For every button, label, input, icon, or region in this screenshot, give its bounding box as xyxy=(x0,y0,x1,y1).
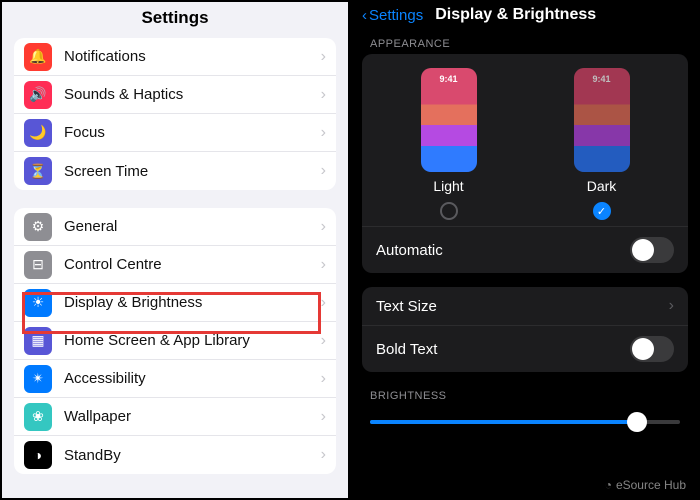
toggle-knob xyxy=(632,338,654,360)
row-label: General xyxy=(64,218,321,235)
brightness-slider[interactable] xyxy=(370,410,680,434)
chevron-right-icon: › xyxy=(321,370,326,388)
watermark-text: eSource Hub xyxy=(616,478,686,492)
slider-fill xyxy=(370,420,634,424)
slider-thumb[interactable] xyxy=(627,412,647,432)
row-home-screen[interactable]: ▦ Home Screen & App Library › xyxy=(14,322,336,360)
display-icon: ☀ xyxy=(24,289,52,317)
toggle-knob xyxy=(632,239,654,261)
automatic-toggle[interactable] xyxy=(630,237,674,263)
row-label: Focus xyxy=(64,124,321,141)
row-label: Notifications xyxy=(64,48,321,65)
chevron-right-icon: › xyxy=(321,446,326,464)
dark-label: Dark xyxy=(587,178,617,194)
settings-group-1: 🔔 Notifications › 🔊 Sounds & Haptics › 🌙… xyxy=(14,38,336,190)
row-accessibility[interactable]: ✴ Accessibility › xyxy=(14,360,336,398)
row-sounds[interactable]: 🔊 Sounds & Haptics › xyxy=(14,76,336,114)
preview-time: 9:41 xyxy=(421,74,477,84)
row-focus[interactable]: 🌙 Focus › xyxy=(14,114,336,152)
light-preview: 9:41 xyxy=(421,68,477,172)
row-label: Accessibility xyxy=(64,370,321,387)
boldtext-row[interactable]: Bold Text xyxy=(362,325,688,372)
textsize-row[interactable]: Text Size › xyxy=(362,287,688,325)
page-title: Settings xyxy=(2,2,348,38)
page-title: Display & Brightness xyxy=(435,6,596,24)
row-label: Display & Brightness xyxy=(64,294,321,311)
automatic-row[interactable]: Automatic xyxy=(362,226,688,273)
appearance-options: 9:41 Light 9:41 Dark ✓ xyxy=(362,54,688,226)
standby-icon: ◑ xyxy=(24,441,52,469)
settings-list-pane: Settings 🔔 Notifications › 🔊 Sounds & Ha… xyxy=(0,0,350,500)
row-display-brightness[interactable]: ☀ Display & Brightness › xyxy=(14,284,336,322)
row-control-centre[interactable]: ⊟ Control Centre › xyxy=(14,246,336,284)
back-label: Settings xyxy=(369,7,423,24)
automatic-label: Automatic xyxy=(376,242,443,259)
chevron-left-icon: ‹ xyxy=(362,7,367,24)
watermark: ◔ eSource Hub xyxy=(605,478,686,492)
row-label: Wallpaper xyxy=(64,408,321,425)
boldtext-label: Bold Text xyxy=(376,341,437,358)
brightness-header: Brightness xyxy=(350,386,700,406)
chevron-right-icon: › xyxy=(321,48,326,66)
chevron-right-icon: › xyxy=(321,294,326,312)
row-screentime[interactable]: ⏳ Screen Time › xyxy=(14,152,336,190)
row-label: Sounds & Haptics xyxy=(64,86,321,103)
row-label: Home Screen & App Library xyxy=(64,332,321,349)
appearance-option-light[interactable]: 9:41 Light xyxy=(421,68,477,220)
row-general[interactable]: ⚙ General › xyxy=(14,208,336,246)
chevron-right-icon: › xyxy=(669,297,674,315)
appearance-option-dark[interactable]: 9:41 Dark ✓ xyxy=(574,68,630,220)
chevron-right-icon: › xyxy=(321,256,326,274)
back-button[interactable]: ‹ Settings xyxy=(362,7,423,24)
dark-radio[interactable]: ✓ xyxy=(593,202,611,220)
preview-time: 9:41 xyxy=(574,74,630,84)
appearance-card: 9:41 Light 9:41 Dark ✓ Automatic xyxy=(362,54,688,273)
homescreen-icon: ▦ xyxy=(24,327,52,355)
gear-icon: ⚙ xyxy=(24,213,52,241)
topbar: ‹ Settings Display & Brightness xyxy=(350,2,700,34)
focus-icon: 🌙 xyxy=(24,119,52,147)
display-brightness-pane: ‹ Settings Display & Brightness Appearan… xyxy=(350,0,700,500)
chevron-right-icon: › xyxy=(321,86,326,104)
chevron-right-icon: › xyxy=(321,218,326,236)
watermark-icon: ◔ xyxy=(605,478,612,492)
row-label: Control Centre xyxy=(64,256,321,273)
control-icon: ⊟ xyxy=(24,251,52,279)
dark-preview: 9:41 xyxy=(574,68,630,172)
chevron-right-icon: › xyxy=(321,408,326,426)
textsize-label: Text Size xyxy=(376,298,437,315)
row-wallpaper[interactable]: ❀ Wallpaper › xyxy=(14,398,336,436)
sounds-icon: 🔊 xyxy=(24,81,52,109)
settings-group-2: ⚙ General › ⊟ Control Centre › ☀ Display… xyxy=(14,208,336,474)
screentime-icon: ⏳ xyxy=(24,157,52,185)
text-card: Text Size › Bold Text xyxy=(362,287,688,372)
bell-icon: 🔔 xyxy=(24,43,52,71)
row-label: StandBy xyxy=(64,447,321,464)
light-label: Light xyxy=(433,178,463,194)
row-notifications[interactable]: 🔔 Notifications › xyxy=(14,38,336,76)
appearance-header: Appearance xyxy=(350,34,700,54)
accessibility-icon: ✴ xyxy=(24,365,52,393)
chevron-right-icon: › xyxy=(321,124,326,142)
chevron-right-icon: › xyxy=(321,332,326,350)
chevron-right-icon: › xyxy=(321,162,326,180)
boldtext-toggle[interactable] xyxy=(630,336,674,362)
row-label: Screen Time xyxy=(64,163,321,180)
wallpaper-icon: ❀ xyxy=(24,403,52,431)
light-radio[interactable] xyxy=(440,202,458,220)
row-standby[interactable]: ◑ StandBy › xyxy=(14,436,336,474)
